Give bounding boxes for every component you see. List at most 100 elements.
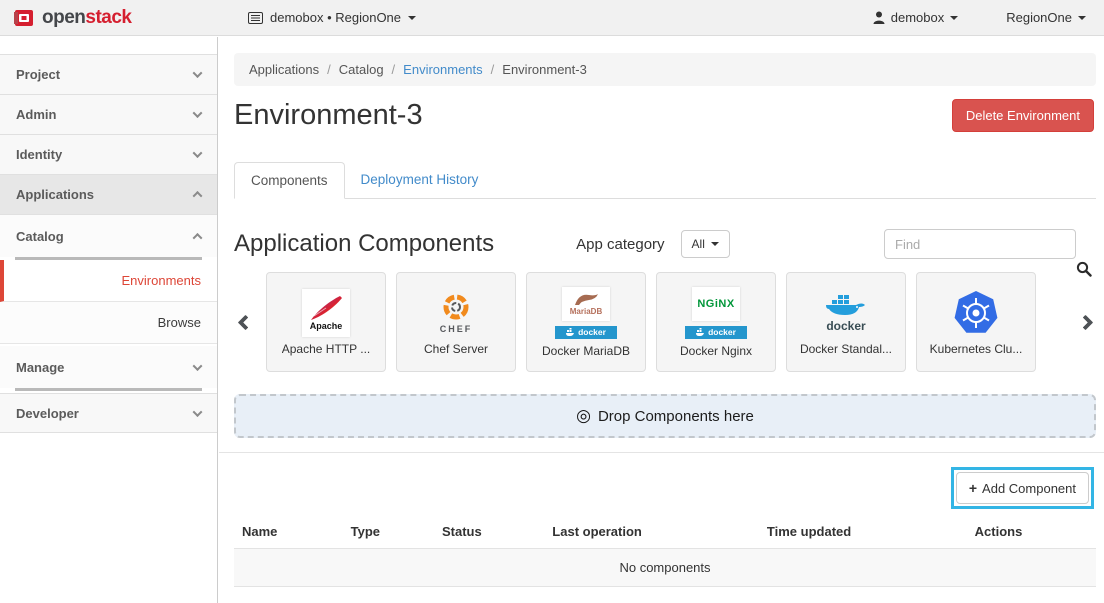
apache-logo-icon: Apache bbox=[302, 289, 350, 337]
sidebar-item-project[interactable]: Project bbox=[0, 55, 217, 95]
docker-logo-icon: docker bbox=[822, 289, 870, 337]
main-content: Applications / Catalog / Environments / … bbox=[219, 37, 1104, 603]
sidebar-item-catalog[interactable]: Catalog bbox=[0, 215, 217, 257]
breadcrumb-current: Environment-3 bbox=[502, 62, 587, 77]
breadcrumb-applications: Applications bbox=[249, 62, 319, 77]
carousel-next-button[interactable] bbox=[1074, 317, 1096, 328]
chevron-right-icon bbox=[1077, 314, 1093, 330]
app-category-value: All bbox=[692, 237, 705, 251]
app-card-apache[interactable]: Apache Apache HTTP ... bbox=[266, 272, 386, 372]
breadcrumb-catalog: Catalog bbox=[339, 62, 384, 77]
carousel-prev-button[interactable] bbox=[234, 317, 256, 328]
breadcrumb-separator: / bbox=[392, 62, 396, 77]
chevron-down-icon bbox=[193, 148, 203, 158]
project-region-switcher[interactable]: demobox • RegionOne bbox=[248, 10, 416, 25]
brand-text: openstack bbox=[42, 7, 132, 29]
docker-badge-text: docker bbox=[708, 327, 736, 337]
column-header-actions: Actions bbox=[967, 515, 1096, 549]
caret-down-icon bbox=[408, 16, 416, 20]
app-card-kubernetes[interactable]: Kubernetes Clu... bbox=[916, 272, 1036, 372]
app-category-label: App category bbox=[576, 236, 664, 253]
app-card-docker-nginx[interactable]: NGiNX docker Docker Nginx bbox=[656, 272, 776, 372]
user-label: demobox bbox=[891, 10, 944, 25]
sidebar-item-admin[interactable]: Admin bbox=[0, 95, 217, 135]
column-header-last-operation[interactable]: Last operation bbox=[544, 515, 759, 549]
delete-environment-button[interactable]: Delete Environment bbox=[952, 99, 1094, 132]
add-component-row: + Add Component bbox=[234, 467, 1096, 509]
topbar-right: demobox RegionOne bbox=[873, 10, 1104, 25]
app-card-label: Apache HTTP ... bbox=[282, 342, 370, 356]
components-table: Name Type Status Last operation Time upd… bbox=[234, 515, 1096, 587]
empty-state-text: No components bbox=[234, 549, 1096, 587]
tab-bar: Components Deployment History bbox=[234, 162, 1096, 199]
sidebar-item-manage[interactable]: Manage bbox=[0, 346, 217, 388]
chevron-down-icon bbox=[193, 361, 203, 371]
app-card-chef[interactable]: CHEF Chef Server bbox=[396, 272, 516, 372]
sidebar-label-admin: Admin bbox=[16, 107, 56, 122]
docker-logo-text: docker bbox=[826, 319, 865, 333]
nginx-logo-text: NGiNX bbox=[697, 298, 734, 310]
sidebar-item-identity[interactable]: Identity bbox=[0, 135, 217, 175]
sidebar-label-catalog: Catalog bbox=[16, 229, 64, 244]
column-header-type[interactable]: Type bbox=[343, 515, 434, 549]
apache-logo-text: Apache bbox=[310, 321, 343, 331]
title-row: Environment-3 Delete Environment bbox=[234, 99, 1094, 132]
mariadb-logo-text: MariaDB bbox=[570, 307, 602, 316]
sidebar-label-developer: Developer bbox=[16, 406, 79, 421]
openstack-logo[interactable]: openstack bbox=[0, 7, 218, 29]
user-icon bbox=[873, 11, 885, 24]
mariadb-logo-icon: MariaDB bbox=[562, 287, 610, 321]
nginx-logo-icon: NGiNX bbox=[692, 287, 740, 321]
catalog-links: Environments Browse bbox=[0, 260, 217, 344]
tab-components[interactable]: Components bbox=[234, 162, 345, 199]
chef-logo-icon: CHEF bbox=[432, 289, 480, 337]
app-category-dropdown[interactable]: All bbox=[681, 230, 730, 258]
sidebar-item-applications[interactable]: Applications bbox=[0, 175, 217, 215]
caret-down-icon bbox=[1078, 16, 1086, 20]
breadcrumb-separator: / bbox=[491, 62, 495, 77]
sidebar-item-browse[interactable]: Browse bbox=[0, 302, 217, 344]
tab-deployment-history[interactable]: Deployment History bbox=[345, 162, 495, 198]
breadcrumb: Applications / Catalog / Environments / … bbox=[234, 53, 1096, 86]
app-card-label: Docker MariaDB bbox=[542, 344, 630, 358]
empty-state-row: No components bbox=[234, 549, 1096, 587]
chevron-down-icon bbox=[193, 108, 203, 118]
sidebar-item-developer[interactable]: Developer bbox=[0, 393, 217, 433]
components-carousel: Apache Apache HTTP ... CHEF Chef Server bbox=[234, 272, 1096, 372]
table-header-row: Name Type Status Last operation Time upd… bbox=[234, 515, 1096, 549]
user-menu[interactable]: demobox bbox=[873, 10, 958, 25]
column-header-time-updated[interactable]: Time updated bbox=[759, 515, 967, 549]
column-header-name[interactable]: Name bbox=[234, 515, 343, 549]
focus-highlight: + Add Component bbox=[951, 467, 1094, 509]
sidebar-label-applications: Applications bbox=[16, 187, 94, 202]
docker-whale-icon bbox=[696, 328, 705, 336]
app-card-docker-standalone[interactable]: docker Docker Standal... bbox=[786, 272, 906, 372]
docker-badge: docker bbox=[685, 326, 747, 339]
breadcrumb-environments-link[interactable]: Environments bbox=[403, 62, 482, 77]
sidebar-label-identity: Identity bbox=[16, 147, 62, 162]
components-heading: Application Components bbox=[234, 230, 494, 258]
app-card-label: Docker Standal... bbox=[800, 342, 892, 356]
target-icon: ◎ bbox=[576, 406, 591, 426]
app-card-docker-mariadb[interactable]: MariaDB docker Docker MariaDB bbox=[526, 272, 646, 372]
context-label: demobox • RegionOne bbox=[270, 10, 401, 25]
openstack-cube-icon bbox=[14, 7, 36, 29]
region-menu[interactable]: RegionOne bbox=[1006, 10, 1086, 25]
search-icon[interactable] bbox=[1076, 261, 1092, 277]
search-input[interactable] bbox=[884, 229, 1076, 259]
chevron-up-icon bbox=[193, 191, 203, 201]
region-label: RegionOne bbox=[1006, 10, 1072, 25]
drop-components-zone[interactable]: ◎ Drop Components here bbox=[234, 394, 1096, 438]
docker-badge: docker bbox=[555, 326, 617, 339]
components-header-row: Application Components App category All bbox=[234, 229, 1096, 259]
dropzone-label: Drop Components here bbox=[598, 408, 754, 425]
page-title: Environment-3 bbox=[234, 99, 423, 132]
add-component-button[interactable]: + Add Component bbox=[956, 472, 1089, 504]
docker-whale-icon bbox=[566, 328, 575, 336]
find-wrapper bbox=[884, 229, 1076, 259]
caret-down-icon bbox=[711, 242, 719, 246]
chevron-down-icon bbox=[193, 407, 203, 417]
sidebar-item-environments[interactable]: Environments bbox=[0, 260, 217, 302]
column-header-status[interactable]: Status bbox=[434, 515, 544, 549]
top-bar: openstack demobox • RegionOne demobox Re… bbox=[0, 0, 1104, 36]
